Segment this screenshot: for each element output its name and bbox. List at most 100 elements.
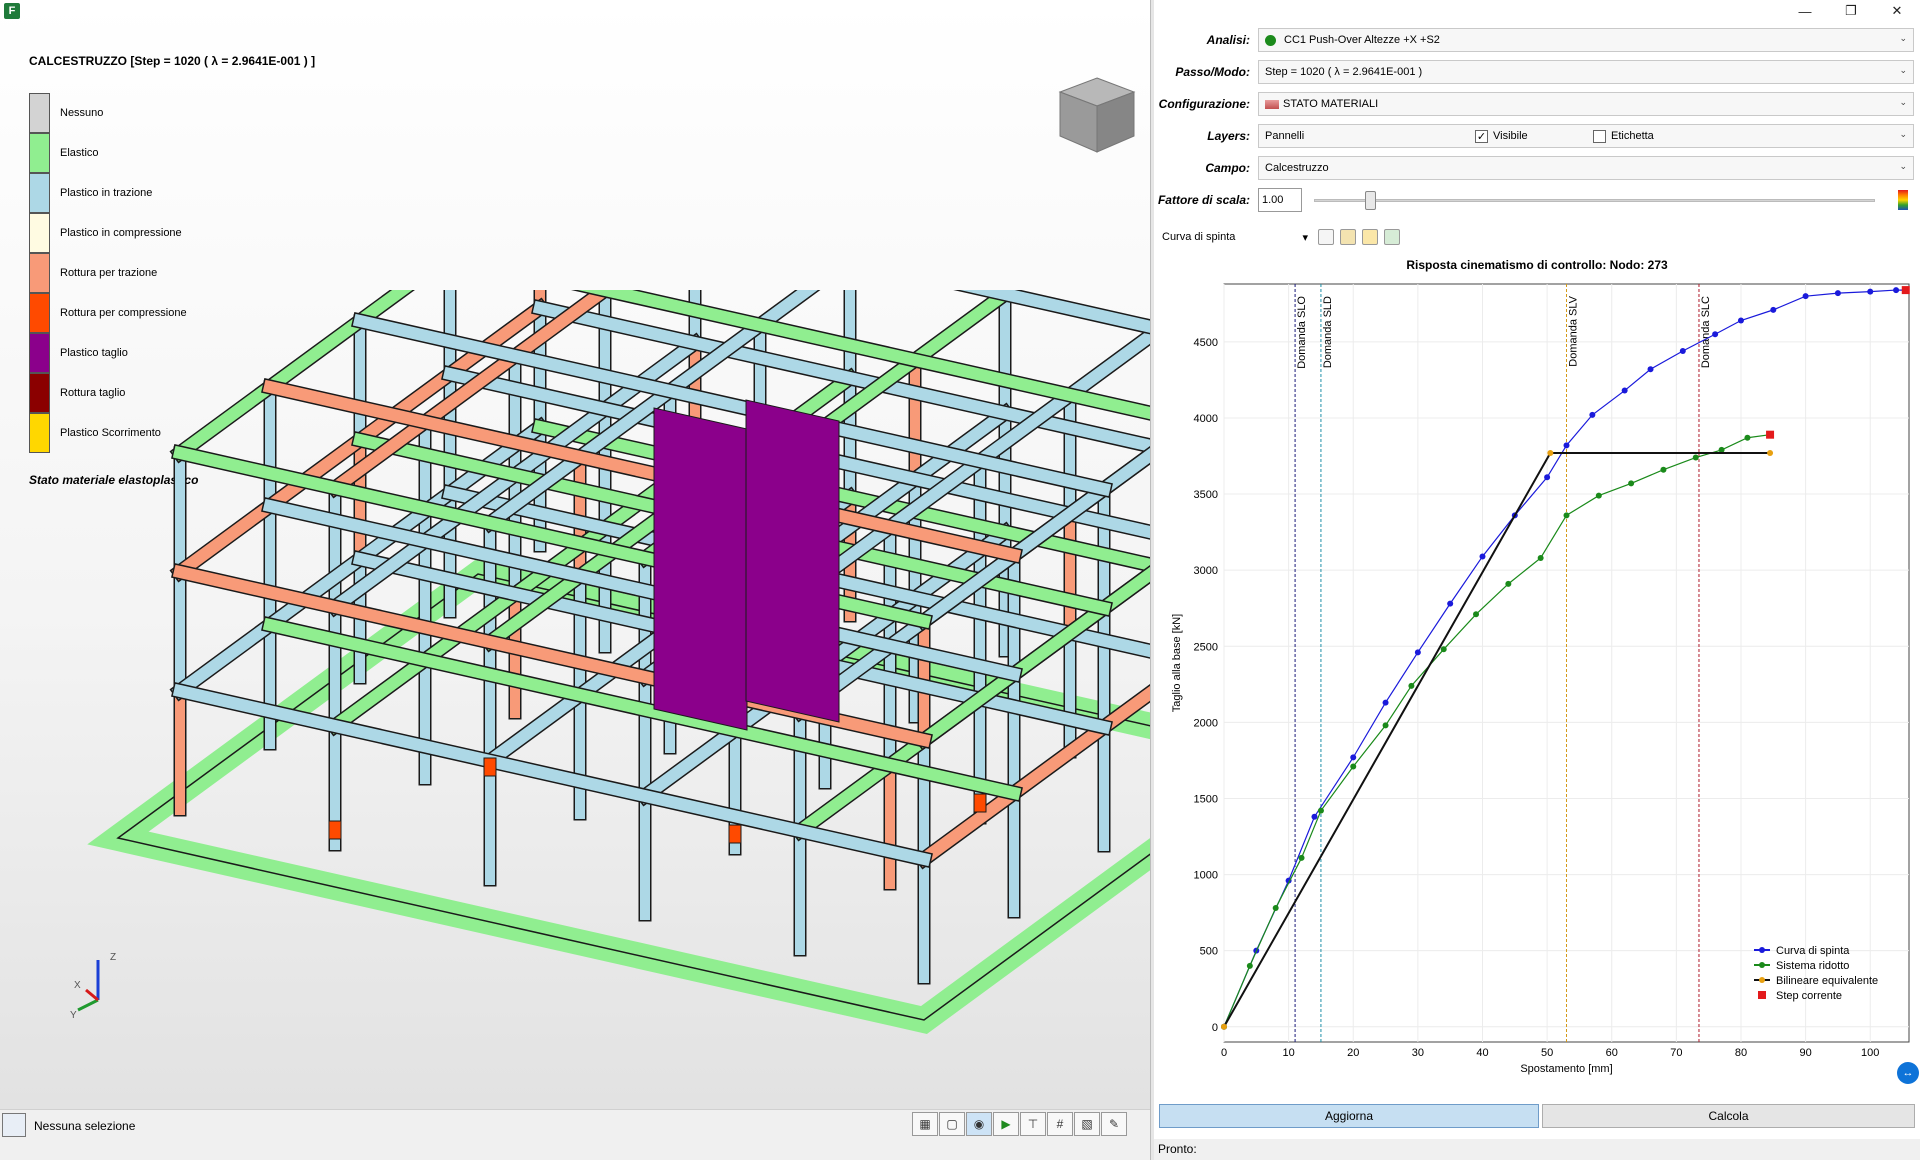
copy-icon[interactable] [1318, 229, 1334, 245]
series-point [1505, 580, 1512, 587]
edit-icon[interactable]: ✎ [1101, 1112, 1127, 1136]
legend-entry: Bilineare equivalente [1776, 975, 1878, 987]
aggiorna-button[interactable]: Aggiorna [1159, 1104, 1539, 1128]
window-controls: — ❐ ✕ [1782, 0, 1920, 22]
series-point [1767, 449, 1774, 456]
configurazione-row: Configurazione: STATO MATERIALI ⌄ [1154, 91, 1920, 117]
viewport-title: CALCESTRUZZO [Step = 1020 ( λ = 2.9641E-… [29, 54, 316, 68]
series-point [1311, 813, 1318, 820]
legend-item: Nessuno [29, 93, 187, 133]
series-point [1350, 754, 1357, 761]
chart-toolbar: Curva di spinta ▾ [1162, 226, 1400, 248]
select-frame-icon[interactable]: ▢ [939, 1112, 965, 1136]
grid-check-icon[interactable]: ▦ [912, 1112, 938, 1136]
remote-session-icon[interactable]: ↔ [1897, 1062, 1919, 1084]
series-point [1382, 722, 1389, 729]
passo-label: Passo/Modo: [1175, 65, 1250, 79]
series-point [1712, 331, 1719, 338]
legend-swatch [29, 253, 50, 293]
scala-label: Fattore di scala: [1157, 193, 1250, 207]
x-tick-label: 10 [1282, 1047, 1294, 1059]
y-tick-label: 4000 [1194, 413, 1218, 425]
chevron-down-icon: ⌄ [1899, 65, 1907, 75]
series-point [1737, 317, 1744, 324]
demand-label: Domanda SLO [1296, 296, 1308, 369]
legend-label: Elastico [60, 147, 99, 159]
configurazione-select[interactable]: STATO MATERIALI ⌄ [1258, 92, 1914, 116]
passo-select[interactable]: Step = 1020 ( λ = 2.9641E-001 ) ⌄ [1258, 60, 1914, 84]
legend-label: Rottura per trazione [60, 267, 158, 279]
axis-y-label: Y [70, 1010, 77, 1020]
play-icon[interactable]: ▶ [993, 1112, 1019, 1136]
chart-title: Risposta cinematismo di controllo: Nodo:… [1406, 258, 1668, 272]
demand-label: Domanda SLD [1322, 296, 1334, 368]
scale-slider[interactable] [1314, 191, 1875, 210]
restore-button[interactable]: ❐ [1828, 0, 1874, 22]
axis-z-label: Z [110, 952, 116, 963]
label-checkbox[interactable] [1593, 129, 1606, 143]
legend-marker [1759, 977, 1765, 983]
close-button[interactable]: ✕ [1874, 0, 1920, 22]
y-axis-label: Taglio alla base [kN] [1171, 614, 1183, 712]
series-point [1221, 1023, 1227, 1030]
minimize-button[interactable]: — [1782, 0, 1828, 22]
series-point [1647, 366, 1654, 373]
hatch-icon[interactable]: ▧ [1074, 1112, 1100, 1136]
curve-type-select[interactable]: Curva di spinta ▾ [1162, 231, 1312, 244]
export-icon[interactable] [1384, 229, 1400, 245]
analisi-value: CC1 Push-Over Altezze +X +S2 [1284, 34, 1440, 46]
y-tick-label: 3500 [1194, 489, 1218, 501]
pushover-chart[interactable]: 0 10 20 30 40 50 60 70 80 90 100 0 500 1000 1500 2000 25… [1154, 254, 1920, 1100]
x-tick-label: 60 [1606, 1047, 1618, 1059]
x-axis-label: Spostamento [mm] [1520, 1063, 1612, 1075]
color-scale-icon[interactable] [1898, 190, 1908, 210]
legend-entry: Sistema ridotto [1776, 960, 1849, 972]
layers-value: Pannelli [1265, 130, 1305, 142]
series-point [1317, 807, 1324, 814]
x-tick-label: 0 [1221, 1047, 1227, 1059]
selection-icon[interactable] [2, 1113, 26, 1137]
analisi-select[interactable]: CC1 Push-Over Altezze +X +S2 ⌄ [1258, 28, 1914, 52]
demand-label: Domanda SLC [1700, 296, 1712, 368]
visible-checkbox[interactable]: ✓ [1475, 129, 1488, 143]
series-point [1537, 554, 1544, 561]
legend-entry: Step corrente [1776, 990, 1842, 1002]
series-point [1563, 442, 1570, 449]
series-point [1770, 306, 1777, 313]
legend-marker [1758, 991, 1766, 999]
camera-icon[interactable]: ◉ [966, 1112, 992, 1136]
legend-item: Rottura per trazione [29, 253, 187, 293]
x-tick-label: 70 [1670, 1047, 1682, 1059]
series-point [1447, 600, 1454, 607]
campo-label: Campo: [1205, 161, 1250, 175]
series-point [1547, 449, 1554, 456]
paste-icon[interactable] [1340, 229, 1356, 245]
step-marker [1766, 430, 1775, 439]
results-panel: — ❐ ✕ Analisi: CC1 Push-Over Altezze +X … [1154, 0, 1920, 1160]
series-point [1473, 611, 1480, 618]
model-3d-viewport[interactable]: F CALCESTRUZZO [Step = 1020 ( λ = 2.9641… [0, 0, 1150, 1109]
campo-select[interactable]: Calcestruzzo ⌄ [1258, 156, 1914, 180]
y-tick-label: 2000 [1194, 717, 1218, 729]
curve-type-value: Curva di spinta [1162, 230, 1236, 243]
section-icon[interactable]: ⊤ [1020, 1112, 1046, 1136]
legend-item: Elastico [29, 133, 187, 173]
series-point [1621, 387, 1628, 394]
structure-model[interactable] [0, 290, 1150, 1109]
calcola-button[interactable]: Calcola [1542, 1104, 1915, 1128]
scale-factor-input[interactable]: 1.00 [1258, 188, 1302, 212]
series-point [1272, 905, 1279, 912]
warning-report-icon[interactable] [1362, 229, 1378, 245]
series-point [1479, 553, 1486, 560]
configurazione-value: STATO MATERIALI [1283, 98, 1379, 110]
layers-select[interactable]: Pannelli ✓ Visibile Etichetta ⌄ [1258, 124, 1914, 148]
legend-item: Plastico in trazione [29, 173, 187, 213]
scale-slider-thumb[interactable] [1365, 191, 1377, 210]
demand-label: Domanda SLV [1568, 295, 1580, 366]
x-tick-label: 90 [1799, 1047, 1811, 1059]
analisi-row: Analisi: CC1 Push-Over Altezze +X +S2 ⌄ [1154, 27, 1920, 53]
legend-swatch [29, 173, 50, 213]
left-status-bar: Nessuna selezione ▦ ▢ ◉ ▶ ⊤ # ▧ ✎ [0, 1109, 1150, 1160]
navigation-cube-icon[interactable] [1052, 70, 1142, 160]
mesh-icon[interactable]: # [1047, 1112, 1073, 1136]
